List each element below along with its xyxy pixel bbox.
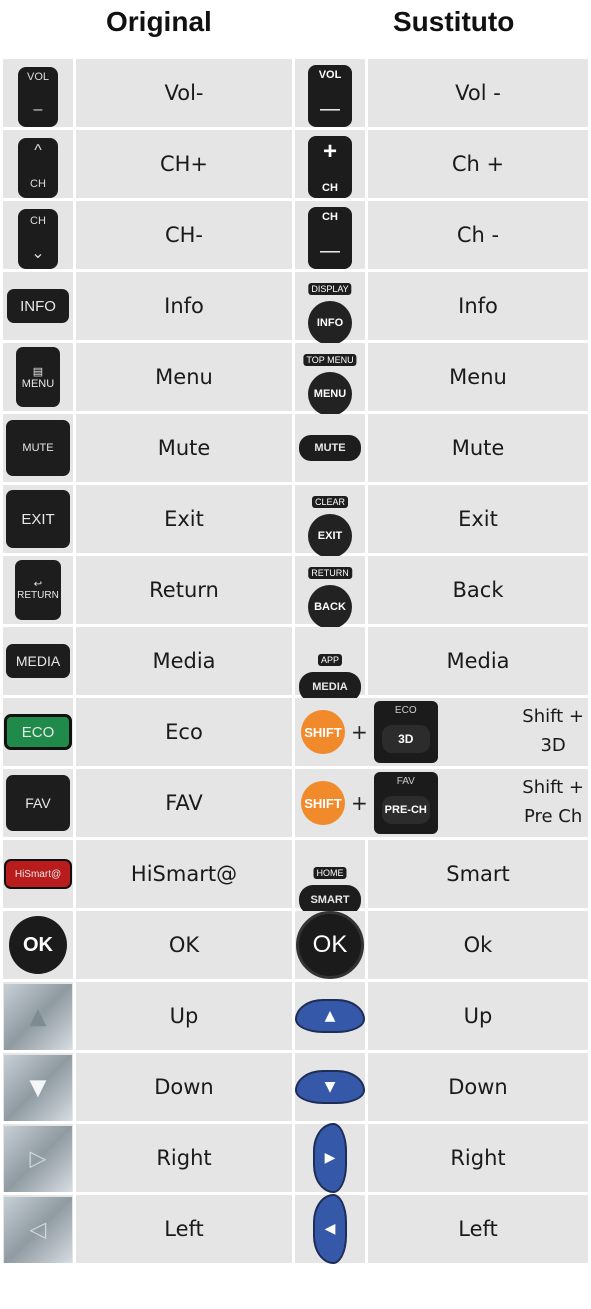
clear-exit-icon: CLEAR EXIT (295, 485, 365, 559)
shift-3d-cell: SHIFT + ECO 3D Shift + 3D (295, 698, 588, 766)
table-row: HiSmart@ HiSmart@ HOME SMART Smart (3, 840, 588, 915)
substitute-label: Left (368, 1195, 588, 1263)
original-label: Right (76, 1124, 292, 1192)
table-row: ▲ Up ▲ Up (3, 982, 588, 1050)
mute-icon: MUTE (3, 414, 73, 482)
original-label: Info (76, 272, 292, 340)
table-row: VOL – Vol- VOL — Vol - (3, 59, 588, 127)
table-row: ^ CH CH+ + CH Ch + (3, 130, 588, 198)
info-icon: INFO (3, 272, 73, 340)
shift-pre-ch-cell: SHIFT + FAV PRE-CH Shift + Pre Ch (295, 769, 588, 837)
table-row: ▼ Down ▼ Down (3, 1053, 588, 1121)
substitute-label: Info (368, 272, 588, 340)
app-media-icon: APP MEDIA (295, 627, 365, 702)
home-smart-icon: HOME SMART (295, 840, 365, 915)
original-label: Down (76, 1053, 292, 1121)
substitute-label: Back (368, 556, 588, 624)
table-row: ↩ RETURN Return RETURN BACK Back (3, 556, 588, 630)
table-row: ECO Eco SHIFT + ECO 3D Shift + 3D (3, 698, 588, 766)
original-label: FAV (76, 769, 292, 837)
return-back-icon: RETURN BACK (295, 556, 365, 630)
exit-icon: EXIT (3, 485, 73, 553)
shift-key-icon: SHIFT (301, 781, 345, 825)
substitute-label: Up (368, 982, 588, 1050)
original-label: Mute (76, 414, 292, 482)
pre-ch-key-icon: FAV PRE-CH (373, 772, 438, 834)
fav-icon: FAV (3, 769, 73, 837)
original-label: Return (76, 556, 292, 624)
up-arrow-icon: ▲ (295, 982, 365, 1050)
substitute-label: Ch + (368, 130, 588, 198)
substitute-label: Media (368, 627, 588, 695)
original-label: Media (76, 627, 292, 695)
ch-minus-icon: CH — (295, 201, 365, 269)
mute-icon: MUTE (295, 414, 365, 482)
eco-icon: ECO (3, 698, 73, 766)
right-arrow-icon: ▷ (3, 1124, 73, 1192)
3d-key-icon: ECO 3D (373, 701, 438, 763)
substitute-label: Mute (368, 414, 588, 482)
button-mapping-table: VOL – Vol- VOL — Vol - ^ CH CH+ + CH Ch + CH… (0, 56, 591, 1266)
substitute-label: Down (368, 1053, 588, 1121)
column-headers: Original Sustituto (0, 0, 591, 56)
table-row: FAV FAV SHIFT + FAV PRE-CH Shift + Pre Ch (3, 769, 588, 837)
hismart-icon: HiSmart@ (3, 840, 73, 908)
substitute-label: Shift + Pre Ch (522, 777, 584, 827)
substitute-label: Ch - (368, 201, 588, 269)
table-row: ◁ Left ◀ Left (3, 1194, 588, 1264)
table-row: INFO Info DISPLAY INFO Info (3, 272, 588, 346)
table-row: MEDIA Media APP MEDIA Media (3, 627, 588, 702)
table-row: ▷ Right ▶ Right (3, 1123, 588, 1193)
shift-key-icon: SHIFT (301, 710, 345, 754)
media-icon: MEDIA (3, 627, 73, 695)
vol-minus-icon: VOL — (295, 59, 365, 127)
original-label: OK (76, 911, 292, 979)
substitute-label: Ok (368, 911, 588, 979)
original-label: CH+ (76, 130, 292, 198)
down-arrow-icon: ▼ (295, 1053, 365, 1121)
original-label: Vol- (76, 59, 292, 127)
header-original: Original (106, 6, 212, 37)
shift-pre-ch-icon: SHIFT + FAV PRE-CH (301, 772, 438, 834)
table-row: EXIT Exit CLEAR EXIT Exit (3, 485, 588, 559)
menu-icon: ▤ MENU (3, 343, 73, 411)
substitute-label: Shift + 3D (522, 706, 584, 756)
ch-plus-icon: + CH (295, 130, 365, 198)
ch-down-icon: CH ⌄ (3, 201, 73, 269)
table-row: OK OK OK Ok (3, 911, 588, 979)
original-label: CH- (76, 201, 292, 269)
header-substitute: Sustituto (393, 6, 515, 37)
substitute-label: Menu (368, 343, 588, 411)
original-label: Eco (76, 698, 292, 766)
substitute-label: Right (368, 1124, 588, 1192)
table-row: ▤ MENU Menu TOP MENU MENU Menu (3, 343, 588, 417)
left-arrow-icon: ◁ (3, 1195, 73, 1263)
substitute-label: Smart (368, 840, 588, 908)
shift-3d-icon: SHIFT + ECO 3D (301, 701, 438, 763)
return-icon: ↩ RETURN (3, 556, 73, 624)
substitute-label: Vol - (368, 59, 588, 127)
display-info-icon: DISPLAY INFO (295, 272, 365, 346)
original-label: HiSmart@ (76, 840, 292, 908)
original-label: Exit (76, 485, 292, 553)
original-label: Up (76, 982, 292, 1050)
table-row: MUTE Mute MUTE Mute (3, 414, 588, 482)
original-label: Left (76, 1195, 292, 1263)
table-row: CH ⌄ CH- CH — Ch - (3, 201, 588, 269)
ch-up-icon: ^ CH (3, 130, 73, 198)
up-arrow-icon: ▲ (3, 982, 73, 1050)
substitute-label: Exit (368, 485, 588, 553)
down-arrow-icon: ▼ (3, 1053, 73, 1121)
right-arrow-icon: ▶ (295, 1123, 365, 1193)
vol-minus-icon: VOL – (3, 59, 73, 127)
ok-icon: OK (295, 911, 365, 979)
top-menu-icon: TOP MENU MENU (295, 343, 365, 417)
left-arrow-icon: ◀ (295, 1194, 365, 1264)
ok-icon: OK (3, 911, 73, 979)
original-label: Menu (76, 343, 292, 411)
